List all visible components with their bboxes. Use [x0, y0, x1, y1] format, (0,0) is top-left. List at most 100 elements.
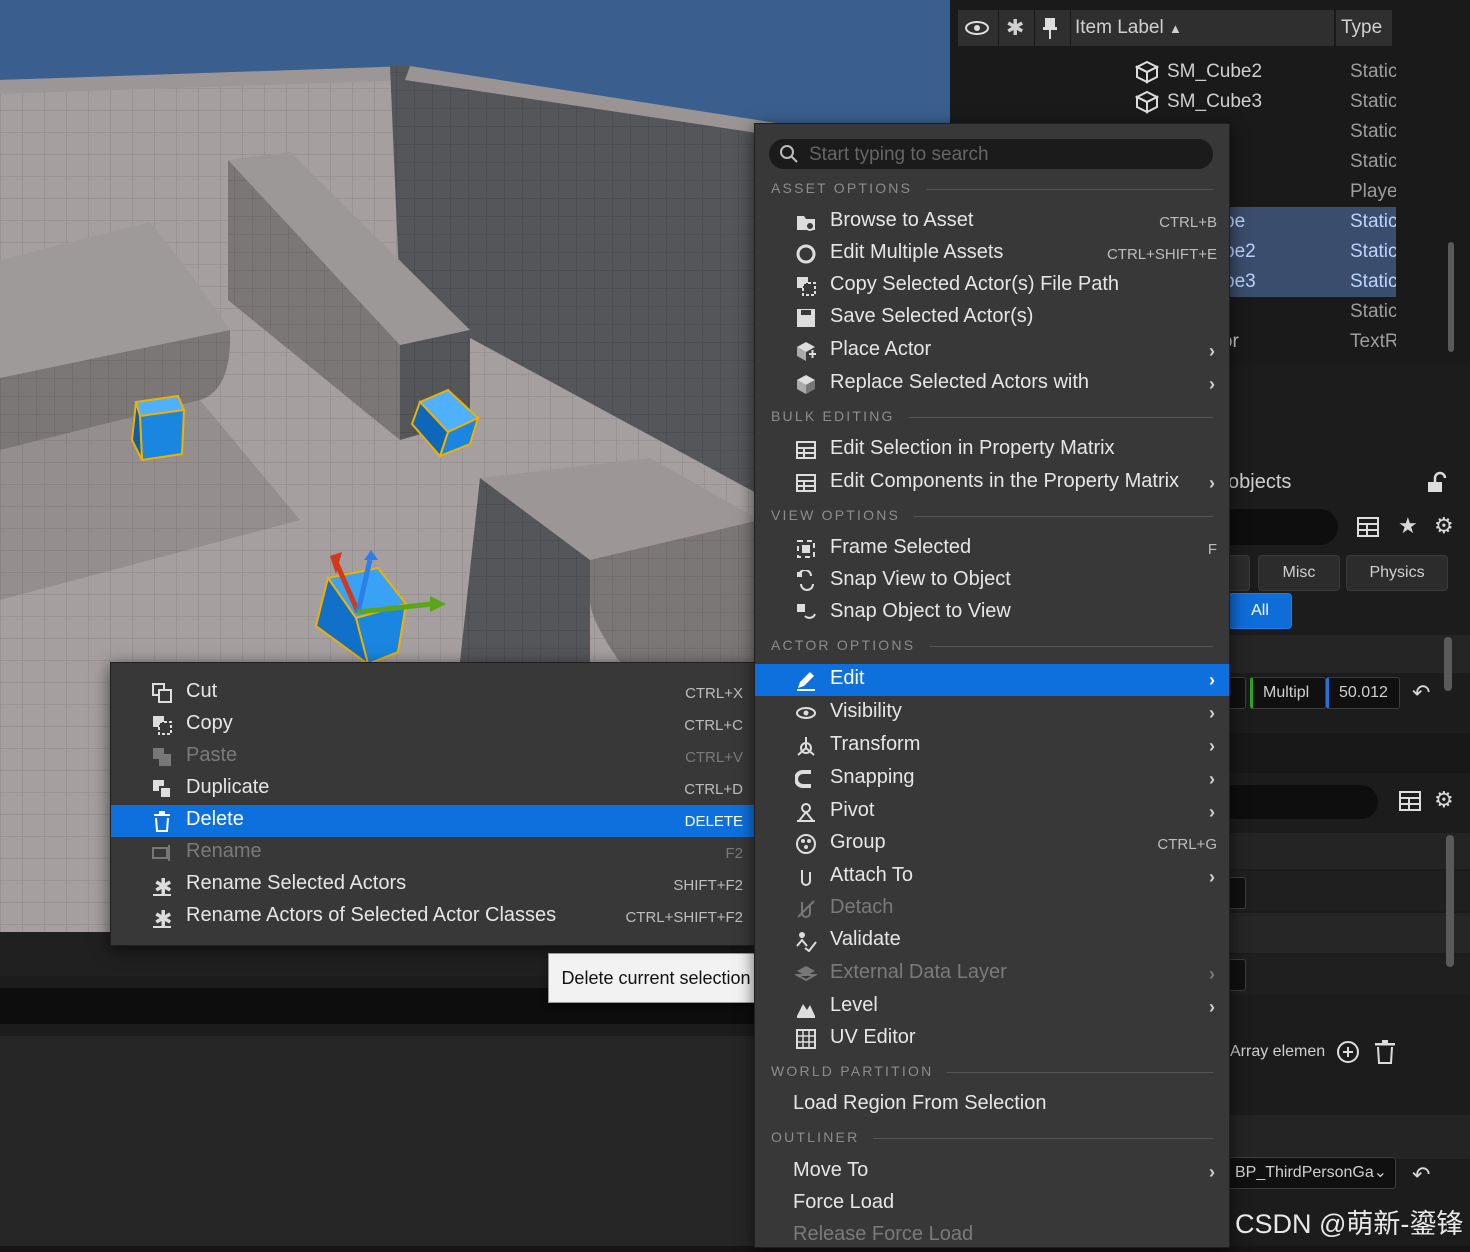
- menu-item-label: Visibility: [830, 700, 902, 722]
- rename-actor-classes-item[interactable]: ✱ Rename Actors of Selected Actor Classes…: [111, 901, 755, 933]
- static-mesh-icon: [1134, 90, 1160, 114]
- section-view-options: VIEW OPTIONS: [771, 507, 1213, 527]
- detach-icon: [797, 900, 815, 918]
- section-title: ACTOR OPTIONS: [771, 637, 930, 653]
- field-numeric-value[interactable]: 50.012: [1326, 677, 1400, 709]
- menu-snap-object[interactable]: Snap Object to View: [755, 597, 1229, 629]
- menu-search[interactable]: [769, 139, 1213, 169]
- field-multiple-values[interactable]: Multipl: [1250, 677, 1326, 709]
- favorite-star-icon[interactable]: ★: [1398, 515, 1418, 537]
- menu-place[interactable]: Place Actor ›: [755, 335, 1229, 367]
- rename-selected-actors-item[interactable]: ✱ Rename Selected Actors SHIFT+F2: [111, 869, 755, 901]
- tab-misc[interactable]: Misc: [1258, 555, 1340, 591]
- details-scrollbar-top[interactable]: [1444, 637, 1452, 691]
- section-title: BULK EDITING: [771, 408, 909, 424]
- tab-partial[interactable]: [1228, 555, 1250, 591]
- menu-save[interactable]: Save Selected Actor(s): [755, 302, 1229, 334]
- chevron-right-icon: ›: [1209, 736, 1215, 756]
- outliner-row-type: StaticMesh: [1350, 91, 1396, 112]
- outliner-row-type: TextRender: [1350, 331, 1396, 352]
- cut-item[interactable]: Cut CTRL+X: [111, 677, 755, 709]
- validate-icon: [796, 932, 817, 952]
- copy-item[interactable]: Copy CTRL+C: [111, 709, 755, 741]
- class-dropdown[interactable]: BP_ThirdPersonGa ⌄: [1228, 1157, 1396, 1189]
- outliner-row[interactable]: SM_Cube3 StaticMesh: [958, 87, 1396, 117]
- level-icon: [797, 1004, 815, 1018]
- menu-item-shortcut: DELETE: [684, 813, 743, 830]
- menu-load-region[interactable]: Load Region From Selection: [755, 1089, 1229, 1121]
- reset-arrow-icon-2[interactable]: ↶: [1412, 1164, 1430, 1186]
- menu-snapping[interactable]: Snapping ›: [755, 763, 1229, 795]
- menu-replace[interactable]: Replace Selected Actors with ›: [755, 368, 1229, 400]
- menu-item-label: Snapping: [830, 766, 915, 788]
- menu-attach[interactable]: Attach To ›: [755, 861, 1229, 893]
- delete-item[interactable]: Delete DELETE: [111, 805, 755, 837]
- svg-text:✱: ✱: [154, 907, 172, 928]
- menu-browse[interactable]: Browse to Asset CTRL+B: [755, 206, 1229, 238]
- menu-item-label: Snap Object to View: [830, 600, 1011, 622]
- snap-view-icon: [797, 570, 814, 591]
- reset-arrow-icon[interactable]: ↶: [1412, 682, 1430, 704]
- pin-icon[interactable]: [1042, 10, 1058, 46]
- settings-gear-icon[interactable]: ⚙: [1434, 515, 1454, 537]
- outliner-row-type: StaticMesh: [1350, 271, 1396, 292]
- data-layer-icon: [795, 966, 817, 982]
- lock-icon[interactable]: [1424, 471, 1448, 499]
- menu-snap-view[interactable]: Snap View to Object: [755, 565, 1229, 597]
- duplicate-item[interactable]: Duplicate CTRL+D: [111, 773, 755, 805]
- table-icon-2[interactable]: [1398, 789, 1422, 817]
- menu-item-label: Group: [830, 831, 886, 853]
- table-icon[interactable]: [1356, 515, 1380, 543]
- menu-item-label: Attach To: [830, 864, 914, 886]
- settings-gear-icon-2[interactable]: ⚙: [1434, 789, 1454, 811]
- static-mesh-icon: [1134, 60, 1160, 84]
- menu-pivot[interactable]: Pivot ›: [755, 796, 1229, 828]
- menu-move-to[interactable]: Move To ›: [755, 1156, 1229, 1188]
- menu-validate[interactable]: Validate: [755, 925, 1229, 957]
- item-label-column[interactable]: Item Label ▲: [1075, 10, 1182, 46]
- menu-item-label: Copy: [186, 712, 233, 734]
- tab-physics[interactable]: Physics: [1346, 555, 1448, 591]
- details-scrollbar[interactable]: [1446, 835, 1454, 967]
- chevron-right-icon: ›: [1209, 769, 1215, 789]
- menu-force-load[interactable]: Force Load: [755, 1188, 1229, 1220]
- menu-group[interactable]: Group CTRL+G: [755, 828, 1229, 860]
- menu-item-label: Pivot: [830, 799, 875, 821]
- star-icon[interactable]: ✱: [1006, 10, 1024, 46]
- details-search-2[interactable]: [1228, 785, 1378, 819]
- menu-frame[interactable]: Frame Selected F: [755, 533, 1229, 565]
- outliner-scrollbar[interactable]: [1448, 242, 1454, 352]
- section-asset-options: ASSET OPTIONS: [771, 180, 1213, 200]
- copy-path-icon: [797, 277, 816, 296]
- delete-trash-icon[interactable]: [1374, 1040, 1396, 1068]
- type-column[interactable]: Type: [1341, 10, 1382, 46]
- watermark: CSDN @萌新-鎏锋: [1235, 1209, 1464, 1239]
- menu-transform[interactable]: Transform ›: [755, 730, 1229, 762]
- menu-item-label: UV Editor: [830, 1026, 916, 1048]
- details-search[interactable]: [1228, 509, 1338, 545]
- menu-item-label: Transform: [830, 733, 921, 755]
- menu-edit-selection[interactable]: Edit Selection in Property Matrix: [755, 434, 1229, 466]
- menu-item-shortcut: CTRL+B: [1159, 214, 1217, 231]
- menu-item-label: Edit Multiple Assets: [830, 241, 1004, 263]
- tab-all[interactable]: All: [1228, 593, 1292, 629]
- menu-external: External Data Layer ›: [755, 958, 1229, 990]
- menu-edit-multiple[interactable]: Edit Multiple Assets CTRL+SHIFT+E: [755, 238, 1229, 270]
- copy-icon: [153, 716, 172, 735]
- rename-item: Rename F2: [111, 837, 755, 869]
- pivot-icon: [797, 803, 815, 822]
- menu-copy-path[interactable]: Copy Selected Actor(s) File Path: [755, 270, 1229, 302]
- outliner-row[interactable]: SM_Cube2 StaticMesh: [958, 57, 1396, 87]
- menu-visibility[interactable]: Visibility ›: [755, 697, 1229, 729]
- menu-level[interactable]: Level ›: [755, 991, 1229, 1023]
- folder-search-icon: [797, 216, 815, 231]
- menu-item-shortcut: SHIFT+F2: [673, 877, 743, 894]
- section-title: OUTLINER: [771, 1129, 874, 1145]
- menu-edit[interactable]: Edit ›: [755, 664, 1229, 696]
- add-element-icon[interactable]: [1336, 1040, 1360, 1068]
- content-area: [0, 1036, 760, 1246]
- search-input[interactable]: [807, 141, 1201, 169]
- eye-icon[interactable]: [964, 10, 990, 46]
- menu-edit-components[interactable]: Edit Components in the Property Matrix ›: [755, 467, 1229, 499]
- menu-uv[interactable]: UV Editor: [755, 1023, 1229, 1055]
